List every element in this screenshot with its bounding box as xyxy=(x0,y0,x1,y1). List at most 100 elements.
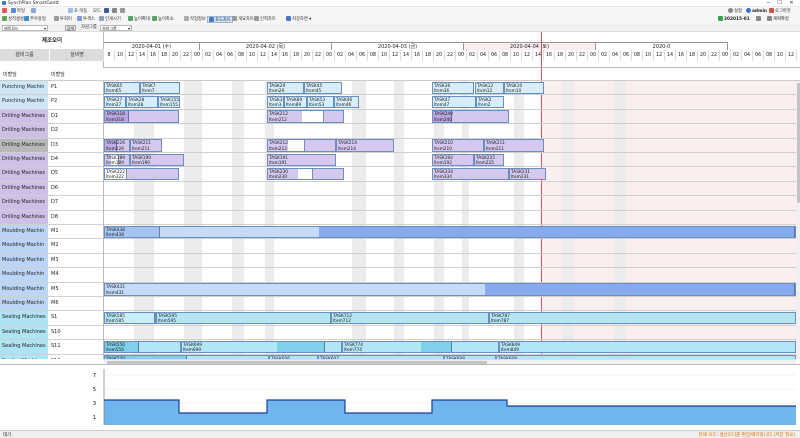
resource-row[interactable]: Moulding Machin M1 xyxy=(0,225,103,240)
task-bar[interactable]: TASK438 Item438 xyxy=(104,225,796,238)
task-bar[interactable]: TASK191 Item191 xyxy=(267,153,336,166)
generate-button[interactable]: 성적생성 xyxy=(2,16,24,23)
task-bar[interactable]: TASK699 Item699 xyxy=(181,340,342,354)
task-bar[interactable]: TASK45 Item45 xyxy=(304,81,342,94)
task-bar[interactable]: TASK12 Item12 xyxy=(475,81,504,94)
grid-tool[interactable] xyxy=(120,8,126,15)
refresh-button[interactable]: 주우용일 xyxy=(24,16,46,23)
task-bar[interactable]: TASK787 Item787 xyxy=(489,311,796,325)
task-bar[interactable]: TASK225 Item225 xyxy=(474,153,504,166)
search-button[interactable]: 검색 xyxy=(65,25,76,31)
resource-row[interactable]: Moulding Machin M6 xyxy=(0,297,103,312)
task-bar[interactable]: TASK334 Item334 xyxy=(432,167,509,181)
resource-row[interactable]: Sealing MachinS12 xyxy=(0,354,103,359)
task-bar[interactable]: TASK849 Item849 xyxy=(499,340,796,354)
close-button[interactable]: ✕ xyxy=(787,0,796,6)
task-bar[interactable]: TASK7 Item7 xyxy=(140,81,180,94)
task-bar[interactable]: TASK47 Item47 xyxy=(432,95,476,109)
time-button[interactable]: 인게시기 xyxy=(99,16,121,23)
resource-row[interactable]: Moulding Machin M3 xyxy=(0,253,103,269)
task-bar[interactable]: TASK3 Item3 xyxy=(267,95,284,109)
plan-version[interactable]: 202015-01 xyxy=(718,16,750,23)
task-bar[interactable]: TASK190 Item190 xyxy=(130,153,184,166)
resource-row[interactable]: Punching Machin P1 xyxy=(0,81,103,96)
task-bar[interactable]: TASK212 Item212 xyxy=(267,110,344,123)
maximize-button[interactable]: ☐ xyxy=(775,0,784,6)
task-bar[interactable]: TASK28 Item28 xyxy=(126,95,158,109)
resource-row[interactable]: Drilling Machines D8 xyxy=(0,210,103,225)
task-bar[interactable]: TASK774 Item774 xyxy=(342,340,499,354)
task-bar[interactable]: TASK585 Item585 xyxy=(104,311,156,325)
resource-row[interactable]: Drilling Machines D3 xyxy=(0,138,103,153)
resource-row[interactable]: Sealing Machines S1 xyxy=(0,311,103,326)
task-info-button[interactable]: 작업정보 xyxy=(184,16,206,23)
task-bar[interactable]: TASK210 Item210 xyxy=(432,139,484,152)
resource-row[interactable]: Moulding Machin M2 xyxy=(0,239,103,254)
menu-app-button[interactable] xyxy=(2,8,8,15)
task-bar[interactable]: TASK214 Item214 xyxy=(336,139,394,152)
collapse-height-button[interactable]: 높이축소 xyxy=(152,16,174,23)
unassigned-row[interactable]: 미할당 미할당 xyxy=(0,68,104,81)
gantt-chart[interactable]: TASK65 Item65 TASK7 Item7 TASK29 Item29 TASK45… xyxy=(104,81,796,359)
task-bar[interactable]: TASK46 Item46 xyxy=(334,95,359,109)
logout-button[interactable]: 로그아웃 xyxy=(769,8,791,15)
task-bar[interactable]: TASK211 Item211 xyxy=(130,139,162,152)
vertical-scrollbar[interactable] xyxy=(796,81,800,359)
task-bar[interactable]: TASK431 Item431 xyxy=(104,283,796,296)
resource-row[interactable]: Drilling Machines D1 xyxy=(0,109,103,125)
resource-row[interactable]: Drilling Machines D7 xyxy=(0,196,103,211)
minimize-button[interactable]: ─ xyxy=(764,0,773,6)
swap-button[interactable]: 투섹스 xyxy=(77,16,95,23)
mode-select[interactable]: 제품모드 ▾ xyxy=(2,25,48,31)
task-bar[interactable]: TASK231 Item231 xyxy=(509,167,546,181)
calendar-button[interactable] xyxy=(31,8,37,15)
save-view-button[interactable]: 저장하면 ▾ xyxy=(286,16,311,23)
task-bar[interactable]: TASK318 Item318 xyxy=(104,110,179,123)
resource-row[interactable]: Sealing Machines S11 xyxy=(0,340,103,355)
task-bar[interactable]: TASK240 Item240 xyxy=(432,110,509,123)
task-bar[interactable]: TASK29 Item29 xyxy=(267,81,304,94)
task-bar[interactable]: TASK322 Item322 xyxy=(104,167,179,181)
task-bar[interactable]: TASK65 Item65 xyxy=(104,81,140,94)
resource-row[interactable]: Punching Machin P2 xyxy=(0,95,103,110)
search-tool-button[interactable]: 투회이 xyxy=(54,16,72,23)
task-bar[interactable]: TASK36 Item36 xyxy=(432,81,474,94)
column-header-name[interactable]: 설비명 xyxy=(50,49,104,61)
resource-row[interactable]: Moulding Machin M5 xyxy=(0,282,103,297)
task-bar[interactable]: TASK189 Item189 xyxy=(104,153,130,166)
column-header-group[interactable]: 설비그룹 xyxy=(0,49,50,61)
task-bar[interactable]: TASK712 Item712 xyxy=(331,311,489,325)
workforce-chart-button[interactable]: 인력차트 xyxy=(254,16,276,23)
resource-row[interactable]: Moulding Machin M4 xyxy=(0,268,103,283)
task-bar[interactable]: TASK211 Item211 xyxy=(484,139,544,152)
task-bar[interactable]: TASK230 Item230 xyxy=(267,167,344,181)
scroll-thumb[interactable] xyxy=(796,83,800,203)
confirm-plan-button[interactable]: 계획확정 xyxy=(767,16,789,23)
task-bar[interactable]: TASK595 Item595 xyxy=(156,311,331,325)
resource-row[interactable]: Drilling Machines D4 xyxy=(0,153,103,168)
expand-height-button[interactable]: 높이확대 xyxy=(128,16,150,23)
task-bar[interactable]: TASK27 Item27 xyxy=(104,95,126,109)
task-bar[interactable]: TASK226 Item226 xyxy=(104,139,130,152)
task-bar[interactable]: TASK89 Item89 xyxy=(284,95,307,109)
task-bar[interactable]: TASK2 Item2 xyxy=(476,95,504,109)
task-bar[interactable]: TASK10 Item10 xyxy=(504,81,544,94)
unassigned-track[interactable] xyxy=(104,68,800,81)
settings-button[interactable]: 설정 xyxy=(728,8,742,15)
resource-row[interactable]: Sealing Machines S10 xyxy=(0,325,103,341)
menu-file[interactable]: 파일 xyxy=(11,8,25,15)
resource-row[interactable]: Drilling Machines D5 xyxy=(0,167,103,182)
gantt-chart-button[interactable]: 포도차트 xyxy=(207,16,233,23)
pointer-tool[interactable] xyxy=(104,8,110,15)
resource-row[interactable]: Drilling Machines D6 xyxy=(0,181,103,197)
task-bar[interactable]: TASK155 Item155 xyxy=(158,95,180,109)
resource-select[interactable]: 설비그룹 ▾ xyxy=(100,25,132,31)
task-bar[interactable]: TASK192 Item192 xyxy=(432,153,474,166)
task-bar[interactable]: TASK556 Item556 xyxy=(104,340,181,354)
resource-row[interactable]: Drilling Machines D2 xyxy=(0,124,103,139)
task-bar[interactable]: TASK53 Item53 xyxy=(307,95,334,109)
flag-button[interactable] xyxy=(756,16,762,23)
overview-chart-button[interactable]: 개요차트 xyxy=(232,16,254,23)
hand-tool[interactable] xyxy=(112,8,118,15)
shift-move-button[interactable]: 조 이동 xyxy=(68,8,87,15)
